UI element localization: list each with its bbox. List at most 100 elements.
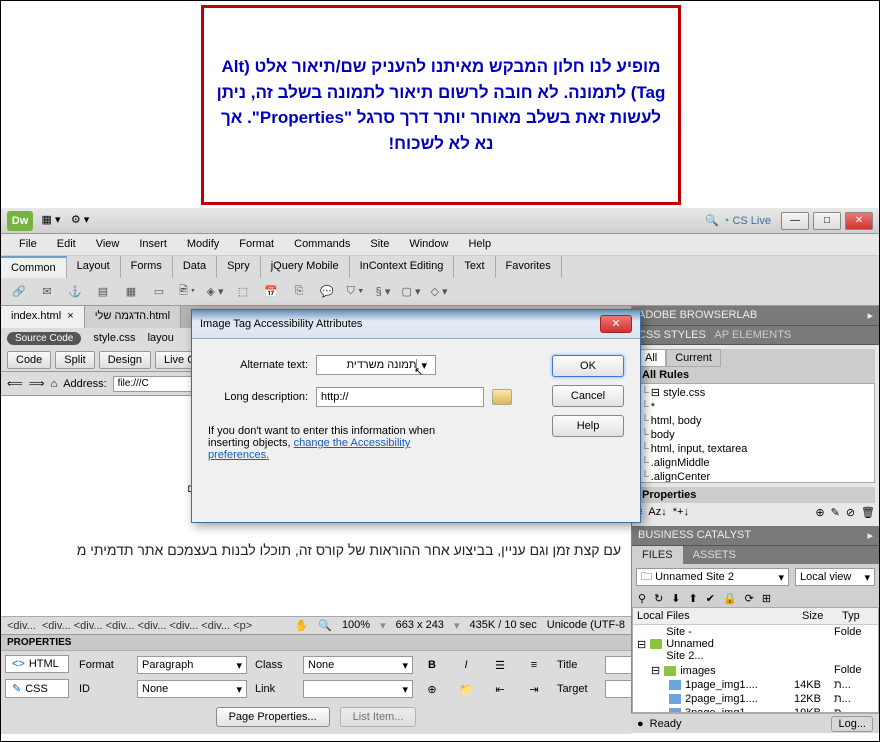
rule-item[interactable]: .alignMiddle <box>639 456 872 470</box>
browse-file-icon[interactable]: 📁 <box>455 679 477 699</box>
css-rules-tree[interactable]: ⊟ style.css * html, body body html, inpu… <box>636 383 875 483</box>
link-select[interactable]: ▾ <box>303 680 413 698</box>
indent-icon[interactable]: ⇥ <box>523 679 545 699</box>
file-row-images[interactable]: ⊟ imagesFolde <box>633 663 878 678</box>
div-icon[interactable]: ▭ <box>149 282 169 302</box>
tab-jquery[interactable]: jQuery Mobile <box>261 256 350 278</box>
connect-icon[interactable]: ⚲ <box>638 592 646 605</box>
properties-title[interactable]: PROPERTIES <box>1 635 631 651</box>
format-select[interactable]: Paragraph▾ <box>137 656 247 674</box>
file-row[interactable]: 1page_img1....14KBת... <box>633 678 878 692</box>
menu-window[interactable]: Window <box>399 234 458 255</box>
ssi-icon[interactable]: ⎘ <box>289 282 309 302</box>
home-icon[interactable]: ⌂ <box>51 378 58 390</box>
show-set-icon[interactable]: *+↓ <box>673 506 689 519</box>
cs-live-button[interactable]: ◔ CS Live <box>723 215 771 227</box>
file-row-root[interactable]: ⊟ Site - Unnamed Site 2...Folde <box>633 625 878 663</box>
log-button[interactable]: Log... <box>831 716 873 732</box>
site-select[interactable]: 🗀 Unnamed Site 2▾ <box>636 568 789 586</box>
doc-tab-hebrew[interactable]: הדגמה שלי.html <box>85 306 181 328</box>
table-icon[interactable]: ▦ <box>121 282 141 302</box>
ul-icon[interactable]: ☰ <box>489 655 511 675</box>
id-select[interactable]: None▾ <box>137 680 247 698</box>
rule-item[interactable]: * <box>639 400 872 414</box>
script-icon[interactable]: § ▾ <box>373 282 393 302</box>
tab-common[interactable]: Common <box>1 256 67 278</box>
list-item-button[interactable]: List Item... <box>340 707 417 727</box>
tab-spry[interactable]: Spry <box>217 256 261 278</box>
widget-icon[interactable]: ⬚ <box>233 282 253 302</box>
col-name[interactable]: Local Files <box>633 608 798 624</box>
menu-view[interactable]: View <box>86 234 130 255</box>
html-mode-button[interactable]: <>HTML <box>5 655 69 673</box>
business-catalyst-title[interactable]: BUSINESS CATALYST▸ <box>632 526 879 546</box>
attach-css-icon[interactable]: ⊕ <box>815 506 824 519</box>
ol-icon[interactable]: ≡ <box>523 655 545 675</box>
tab-favorites[interactable]: Favorites <box>496 256 562 278</box>
rule-item[interactable]: html, body <box>639 414 872 428</box>
checkin-icon[interactable]: 🔒 <box>723 592 737 605</box>
source-code-pill[interactable]: Source Code <box>7 332 81 345</box>
rule-item[interactable]: html, input, textarea <box>639 442 872 456</box>
refresh-icon[interactable]: ↻ <box>654 592 663 605</box>
rule-file[interactable]: ⊟ style.css <box>639 386 872 400</box>
images-icon[interactable]: 🖻 ▾ <box>177 282 197 302</box>
new-rule-icon[interactable]: ✎ <box>831 506 840 519</box>
templates-icon[interactable]: ▢ ▾ <box>401 282 421 302</box>
design-view-button[interactable]: Design <box>99 351 151 369</box>
minimize-button[interactable]: — <box>781 212 809 230</box>
menu-modify[interactable]: Modify <box>177 234 229 255</box>
tab-forms[interactable]: Forms <box>121 256 173 278</box>
class-select[interactable]: None▾ <box>303 656 413 674</box>
tag-chooser-icon[interactable]: ◇ ▾ <box>429 282 449 302</box>
doc-tab-index[interactable]: index.html × <box>1 306 85 328</box>
hyperlink-icon[interactable]: 🔗 <box>9 282 29 302</box>
long-desc-input[interactable] <box>316 387 484 407</box>
col-size[interactable]: Size <box>798 608 838 624</box>
file-row[interactable]: 3page_img1....19KBת... <box>633 706 878 713</box>
help-button[interactable]: Help <box>552 415 624 437</box>
tag-crumb[interactable]: <div... <div... <div... <div... <div... … <box>42 620 252 632</box>
menu-site[interactable]: Site <box>360 234 399 255</box>
ok-button[interactable]: OK <box>552 355 624 377</box>
split-view-button[interactable]: Split <box>55 351 94 369</box>
layout-icon[interactable]: ▦ ▾ <box>41 213 61 229</box>
files-tree[interactable]: Local Files Size Typ ⊟ Site - Unnamed Si… <box>632 607 879 713</box>
related-style[interactable]: style.css <box>93 332 135 344</box>
tab-layout[interactable]: Layout <box>67 256 121 278</box>
italic-icon[interactable]: I <box>455 655 477 675</box>
hrule-icon[interactable]: ▤ <box>93 282 113 302</box>
outdent-icon[interactable]: ⇤ <box>489 679 511 699</box>
view-select[interactable]: Local view▾ <box>795 568 875 586</box>
zoom-level[interactable]: 100% <box>342 619 370 632</box>
dialog-titlebar[interactable]: Image Tag Accessibility Attributes ✕ <box>192 310 640 339</box>
comment-icon[interactable]: 💬 <box>317 282 337 302</box>
search-icon[interactable]: 🔍 <box>705 214 719 227</box>
tab-data[interactable]: Data <box>173 256 217 278</box>
page-properties-button[interactable]: Page Properties... <box>216 707 330 727</box>
rule-item[interactable]: body <box>639 428 872 442</box>
browse-button[interactable] <box>492 389 512 405</box>
checkout-icon[interactable]: ✔ <box>706 592 715 605</box>
head-icon[interactable]: ⛉ ▾ <box>345 282 365 302</box>
fwd-icon[interactable]: ⟹ <box>29 377 45 390</box>
back-icon[interactable]: ⟸ <box>7 377 23 390</box>
menu-file[interactable]: File <box>9 234 47 255</box>
maximize-button[interactable]: □ <box>813 212 841 230</box>
browserlab-panel-title[interactable]: ADOBE BROWSERLAB▸ <box>632 306 879 326</box>
show-list-icon[interactable]: Aᴢ↓ <box>648 506 666 519</box>
close-button[interactable]: ✕ <box>845 212 873 230</box>
menu-format[interactable]: Format <box>229 234 284 255</box>
code-view-button[interactable]: Code <box>7 351 51 369</box>
delete-rule-icon[interactable]: 🗑 <box>861 506 875 519</box>
tag-crumb-first[interactable]: <div... <box>7 620 36 632</box>
sync-icon[interactable]: ⟳ <box>745 592 754 605</box>
edit-rule-icon[interactable]: ⊘ <box>846 506 855 519</box>
date-icon[interactable]: 📅 <box>261 282 281 302</box>
files-tab[interactable]: FILES <box>632 546 683 564</box>
media-icon[interactable]: ◈ ▾ <box>205 282 225 302</box>
css-current-tab[interactable]: Current <box>666 349 721 367</box>
expand-icon[interactable]: ⊞ <box>762 592 771 605</box>
dialog-close-button[interactable]: ✕ <box>600 315 632 333</box>
assets-tab[interactable]: ASSETS <box>683 546 746 564</box>
